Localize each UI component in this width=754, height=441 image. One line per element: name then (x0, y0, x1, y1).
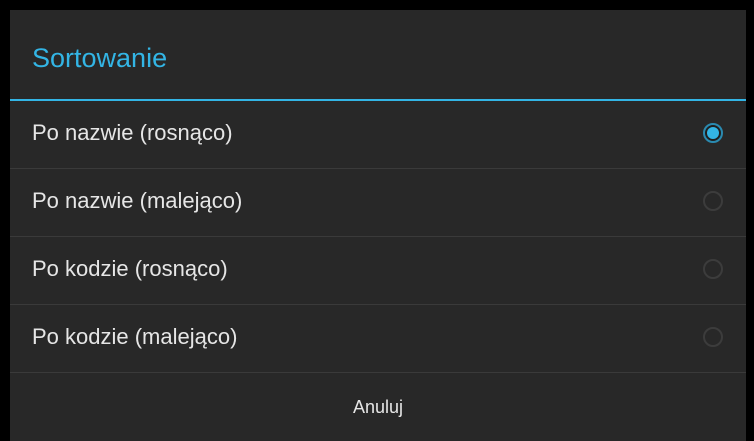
radio-dot-icon (707, 127, 719, 139)
sort-option-code-descending[interactable]: Po kodzie (malejąco) (10, 305, 746, 371)
sort-option-label: Po kodzie (rosnąco) (32, 256, 228, 281)
sort-option-label: Po nazwie (rosnąco) (32, 120, 233, 145)
dialog-title: Sortowanie (32, 43, 168, 73)
cancel-button[interactable]: Anuluj (10, 373, 746, 441)
sort-option-name-ascending[interactable]: Po nazwie (rosnąco) (10, 101, 746, 167)
sort-option-name-descending[interactable]: Po nazwie (malejąco) (10, 169, 746, 235)
dialog-header: Sortowanie (10, 10, 746, 99)
radio-button[interactable] (703, 327, 723, 347)
screen-edge (746, 0, 754, 441)
radio-button-checked[interactable] (703, 123, 723, 143)
sort-option-label: Po nazwie (malejąco) (32, 188, 243, 213)
sort-option-label: Po kodzie (malejąco) (32, 324, 238, 349)
sort-option-code-ascending[interactable]: Po kodzie (rosnąco) (10, 237, 746, 303)
radio-button[interactable] (703, 191, 723, 211)
radio-button[interactable] (703, 259, 723, 279)
sort-dialog: Sortowanie Po nazwie (rosnąco) Po nazwie… (10, 10, 746, 441)
